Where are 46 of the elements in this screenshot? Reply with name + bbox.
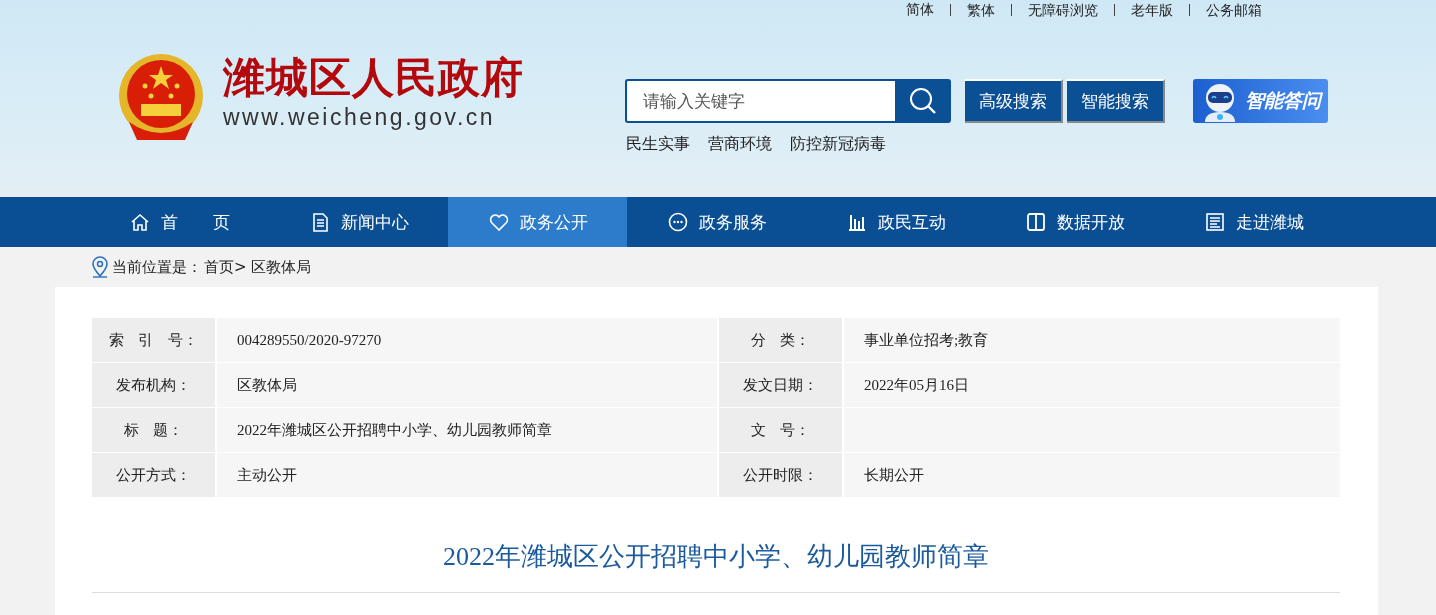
field-label: 发布机构： (92, 363, 215, 407)
top-link[interactable]: 老年版 (1114, 4, 1189, 16)
top-link[interactable]: 简体 (890, 1, 950, 19)
search-button[interactable]: 高级搜索 (965, 79, 1063, 123)
field-value: 长期公开 (844, 453, 1340, 497)
hot-link[interactable]: 民生实事 (626, 134, 690, 155)
nav-tab[interactable]: 数据开放 (985, 197, 1164, 247)
field-value: 2022年05月16日 (844, 363, 1340, 407)
field-value: 2022年潍城区公开招聘中小学、幼儿园教师简章 (217, 408, 717, 452)
field-label: 索 引 号： (92, 318, 215, 362)
search-button[interactable]: 智能搜索 (1067, 79, 1165, 123)
field-value: 区教体局 (217, 363, 717, 407)
search-icon (909, 87, 937, 115)
nav-tab[interactable]: 首 页 (90, 197, 269, 247)
field-value: 004289550/2020-97270 (217, 318, 717, 362)
nav-tab[interactable]: 走进潍城 (1164, 197, 1343, 247)
search-field[interactable]: 请输入关键字 (625, 79, 895, 123)
field-label: 标 题： (92, 408, 215, 452)
location-pin-icon (90, 256, 110, 278)
top-link[interactable]: 繁体 (950, 4, 1011, 16)
article-title: 2022年潍城区公开招聘中小学、幼儿园教师简章 (92, 539, 1340, 593)
field-label: 公开方式： (92, 453, 215, 497)
top-link[interactable]: 无障碍浏览 (1011, 4, 1114, 16)
nav-tab[interactable]: 政务公开 (448, 197, 627, 247)
nav-tab[interactable]: 政务服务 (627, 197, 806, 247)
field-label: 文 号： (719, 408, 842, 452)
site-url: www.weicheng.gov.cn (223, 104, 497, 130)
breadcrumb-label: 当前位置是： (112, 257, 202, 277)
search-button[interactable] (895, 79, 951, 123)
field-label: 发文日期： (719, 363, 842, 407)
breadcrumb-link[interactable]: 首页> 区教体局 (204, 257, 312, 277)
chat-icon (666, 211, 689, 233)
nav-tab[interactable]: 新闻中心 (269, 197, 448, 247)
heart-icon (487, 211, 510, 233)
hot-link[interactable]: 防控新冠病毒 (790, 134, 886, 155)
field-label: 公开时限： (719, 453, 842, 497)
field-value: 事业单位招考;教育 (844, 318, 1340, 362)
list-icon (1203, 211, 1226, 233)
nav-tab[interactable]: 政民互动 (806, 197, 985, 247)
field-value: 主动公开 (217, 453, 717, 497)
field-label: 分 类： (719, 318, 842, 362)
site-title: 潍城区人民政府 (223, 52, 524, 104)
panel-icon (1024, 211, 1047, 233)
assistant-button[interactable]: 智能答问 (1193, 79, 1328, 123)
hot-link[interactable]: 营商环境 (708, 134, 772, 155)
top-link[interactable]: 公务邮箱 (1189, 4, 1278, 16)
